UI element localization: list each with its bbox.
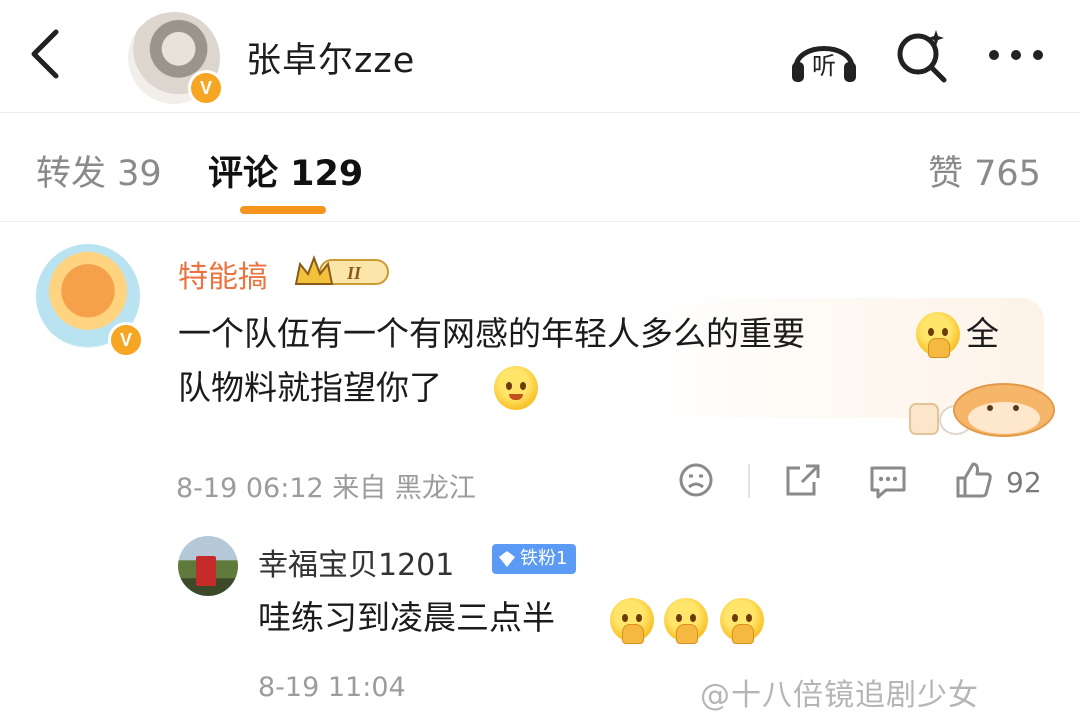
share-icon[interactable]	[784, 462, 822, 498]
comment-meta: 8-19 06:12 来自 黑龙江	[176, 473, 476, 504]
top-bar: V 张卓尔zze 听	[0, 0, 1080, 112]
watermark: @十八倍镜追剧少女	[700, 678, 979, 713]
blush-pray-emoji-icon	[610, 598, 654, 644]
comment-icon[interactable]	[868, 462, 908, 500]
listen-label: 听	[812, 52, 836, 80]
verified-badge: V	[108, 322, 144, 358]
crown-level-icon: II	[294, 255, 389, 285]
tab-repost[interactable]: 转发 39	[36, 145, 162, 196]
shiba-bubble-decoration-icon	[909, 383, 1055, 437]
back-arrow-icon[interactable]	[22, 24, 72, 84]
reply-meta: 8-19 11:04	[258, 672, 406, 703]
comment-username[interactable]: 特能搞	[178, 252, 268, 296]
comment-text-line2: 队物料就指望你了	[178, 360, 442, 416]
pleading-emoji-icon	[916, 312, 960, 358]
like-count: 92	[1006, 466, 1042, 499]
header-divider	[0, 112, 1080, 113]
comment-text-line1: 一个队伍有一个有网感的年轻人多么的重要	[178, 306, 805, 362]
reply-username[interactable]: 幸福宝贝1201	[258, 540, 454, 584]
comment-text: 队物料就指望你了	[178, 368, 442, 407]
page-title[interactable]: 张卓尔zze	[246, 32, 415, 83]
comment-text: 一个队伍有一个有网感的年轻人多么的重要	[178, 314, 805, 353]
reply-text: 哇练习到凌晨三点半	[258, 598, 555, 637]
level-badge-text: II	[346, 263, 362, 283]
dislike-face-icon[interactable]	[678, 462, 714, 498]
headphones-icon[interactable]: 听	[788, 28, 860, 84]
more-icon[interactable]	[984, 40, 1048, 70]
blush-pray-emoji-icon	[664, 598, 708, 644]
verified-badge: V	[188, 70, 224, 106]
thumbs-up-icon[interactable]	[954, 460, 994, 500]
fan-badge-label: 铁粉1	[520, 548, 568, 569]
tab-like[interactable]: 赞 765	[928, 145, 1041, 196]
raising-hand-emoji-icon	[494, 366, 538, 410]
avatar-cup-image	[196, 556, 216, 586]
search-icon[interactable]	[892, 26, 952, 86]
active-tab-indicator	[240, 206, 326, 214]
action-divider	[748, 464, 750, 498]
fan-badge: 铁粉1	[492, 544, 576, 574]
comment-text-tail: 全	[966, 314, 999, 353]
tab-comment[interactable]: 评论 129	[208, 145, 363, 196]
diamond-icon	[499, 551, 515, 567]
tab-divider	[0, 221, 1080, 222]
reply-avatar[interactable]	[178, 536, 238, 596]
blush-pray-emoji-icon	[720, 598, 764, 644]
